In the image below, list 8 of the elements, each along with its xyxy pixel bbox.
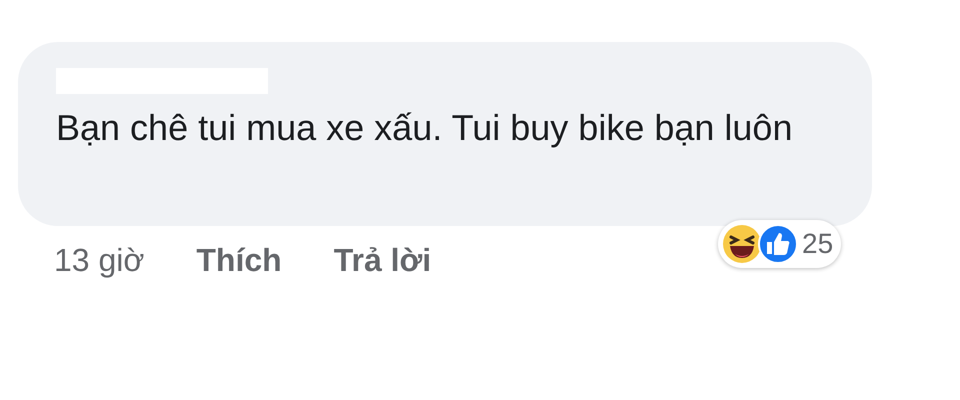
comment-time[interactable]: 13 giờ <box>54 236 144 284</box>
reaction-summary[interactable]: 25 <box>718 220 842 268</box>
action-link[interactable]: Trả lời <box>334 236 432 284</box>
thumbs-up-icon <box>758 224 798 264</box>
laughing-face-icon <box>722 224 762 264</box>
reaction-count: 25 <box>802 227 834 261</box>
action-link[interactable]: Thích <box>196 236 282 284</box>
comment-text: Bạn chê tui mua xe xấu. Tui buy bike bạn luôn <box>56 106 794 150</box>
